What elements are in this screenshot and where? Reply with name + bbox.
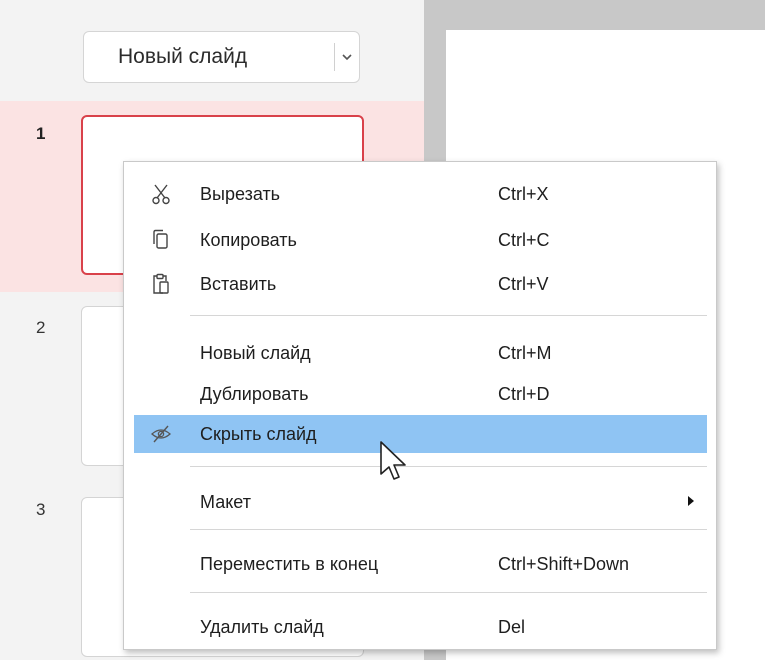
- paste-icon: [134, 273, 188, 295]
- menu-item-shortcut: Ctrl+M: [498, 342, 552, 363]
- menu-item-cut[interactable]: Вырезать Ctrl+X: [134, 175, 707, 213]
- menu-separator: [190, 592, 707, 593]
- menu-separator: [190, 466, 707, 467]
- menu-item-hide-slide[interactable]: Скрыть слайд: [134, 415, 707, 453]
- menu-item-label: Копировать: [200, 229, 297, 250]
- scissors-icon: [134, 183, 188, 205]
- slide-number: 3: [36, 500, 46, 519]
- menu-item-label: Скрыть слайд: [200, 423, 317, 444]
- menu-item-shortcut: Del: [498, 616, 526, 637]
- slide-number: 2: [36, 318, 46, 337]
- menu-item-shortcut: Ctrl+V: [498, 273, 549, 294]
- menu-item-label: Переместить в конец: [200, 553, 379, 574]
- eye-slash-icon: [134, 425, 188, 443]
- menu-item-new-slide[interactable]: Новый слайд Ctrl+M: [134, 334, 707, 372]
- menu-item-label: Удалить слайд: [200, 616, 324, 637]
- menu-item-label: Вырезать: [200, 183, 281, 204]
- menu-item-copy[interactable]: Копировать Ctrl+C: [134, 221, 707, 259]
- menu-item-label: Новый слайд: [200, 342, 311, 363]
- new-slide-button[interactable]: Новый слайд: [83, 31, 360, 83]
- menu-item-shortcut: Ctrl+C: [498, 229, 550, 250]
- new-slide-button-label: Новый слайд: [118, 45, 248, 68]
- menu-item-shortcut: Ctrl+D: [498, 383, 550, 404]
- menu-item-shortcut: Ctrl+Shift+Down: [498, 553, 630, 574]
- menu-item-duplicate[interactable]: Дублировать Ctrl+D: [134, 375, 707, 413]
- submenu-arrow-icon: [687, 494, 695, 510]
- menu-item-label: Вставить: [200, 273, 277, 294]
- presentation-editor: Новый слайд 1 2 3 Вырезать Ctrl+X Копиро…: [0, 0, 765, 660]
- copy-icon: [134, 229, 188, 251]
- slide-number: 1: [36, 124, 46, 143]
- menu-separator: [190, 315, 707, 316]
- mouse-pointer-icon: [378, 440, 412, 488]
- menu-item-paste[interactable]: Вставить Ctrl+V: [134, 265, 707, 303]
- context-menu: Вырезать Ctrl+X Копировать Ctrl+C Встави…: [123, 161, 717, 650]
- menu-item-shortcut: Ctrl+X: [498, 183, 549, 204]
- menu-item-label: Дублировать: [200, 383, 309, 404]
- menu-item-label: Макет: [200, 491, 251, 512]
- menu-separator: [190, 529, 707, 530]
- chevron-down-icon[interactable]: [335, 53, 359, 61]
- menu-item-layout[interactable]: Макет: [134, 483, 707, 521]
- menu-item-move-to-end[interactable]: Переместить в конец Ctrl+Shift+Down: [134, 545, 707, 583]
- menu-item-delete-slide[interactable]: Удалить слайд Del: [134, 608, 707, 646]
